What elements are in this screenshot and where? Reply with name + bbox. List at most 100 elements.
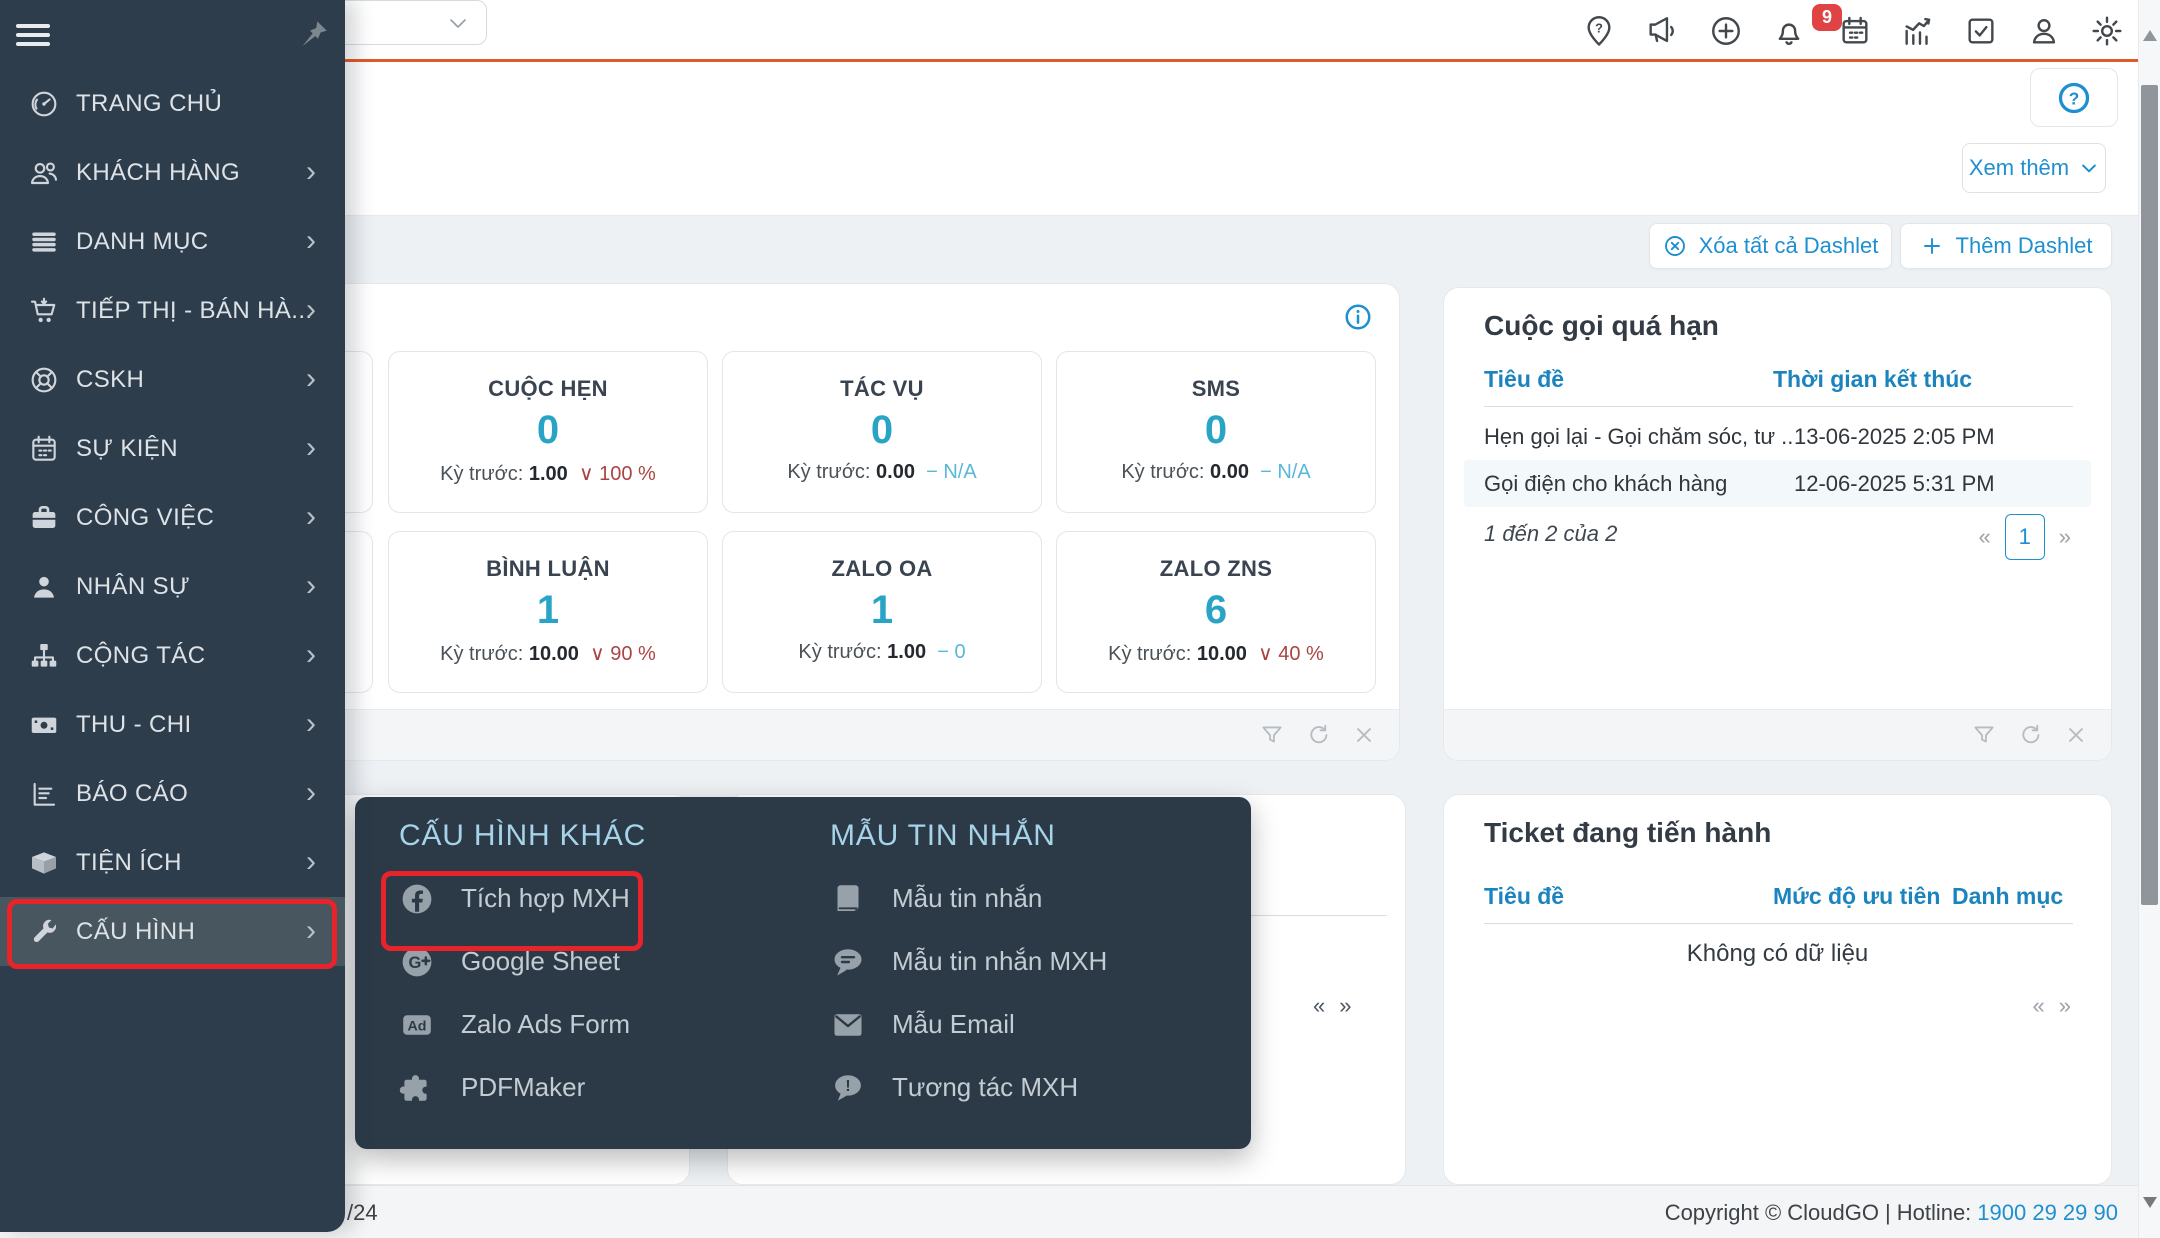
sidebar-item-thu-chi[interactable]: THU - CHI› (0, 690, 345, 759)
location-pin-icon[interactable]: ? (1582, 14, 1618, 50)
sidebar-item-khach-hang[interactable]: KHÁCH HÀNG› (0, 138, 345, 207)
close-icon[interactable] (2063, 722, 2089, 748)
column-header-tieu-de[interactable]: Tiêu đề (1484, 883, 1564, 910)
cloudgo-crm-app: ch hàng Telesales ? Xem thêm Xóa tất cả … (0, 0, 2160, 1238)
kpi-title: TÁC VỤ (840, 376, 924, 402)
user-icon[interactable] (2027, 14, 2063, 50)
column-header-thoi-gian[interactable]: Thời gian kết thúc (1773, 366, 1972, 393)
flyout-item-tuong-tac-mxh[interactable]: !Tương tác MXH (830, 1056, 1107, 1119)
flyout-item-mau-tin-nhan[interactable]: Mẫu tin nhắn (830, 867, 1107, 930)
xem-them-label: Xem thêm (1969, 155, 2069, 181)
sidebar-item-label: KHÁCH HÀNG (76, 159, 240, 187)
filter-icon[interactable] (1259, 722, 1285, 748)
close-icon[interactable] (1351, 722, 1377, 748)
row-end-time: 12-06-2025 5:31 PM (1794, 471, 1995, 497)
report-icon (28, 778, 60, 810)
sidebar-item-cong-viec[interactable]: CÔNG VIỆC› (0, 483, 345, 552)
pager-last-button[interactable]: » (1339, 993, 1351, 1019)
dashlet-footer (1444, 709, 2111, 760)
kpi-value: 6 (1205, 588, 1227, 633)
sidebar-item-trang-chu[interactable]: TRANG CHỦ (0, 69, 345, 138)
xoa-dashlet-button[interactable]: Xóa tất cả Dashlet (1649, 223, 1892, 269)
sidebar-item-label: BÁO CÁO (76, 780, 188, 808)
puzzle-icon (399, 1070, 435, 1106)
refresh-icon[interactable] (1305, 722, 1331, 748)
sidebar-item-bao-cao[interactable]: BÁO CÁO› (0, 759, 345, 828)
lifebuoy-icon (28, 364, 60, 396)
sidebar-item-cau-hinh[interactable]: CẤU HÌNH› (0, 897, 345, 966)
topbar-icons: ?9 (1560, 0, 2138, 62)
pager-first-button[interactable]: « (1313, 993, 1325, 1019)
filter-icon[interactable] (1971, 722, 1997, 748)
pager-first-button[interactable]: « (1979, 524, 1991, 550)
stats-icon[interactable] (1901, 14, 1937, 50)
sidebar-item-cskh[interactable]: CSKH› (0, 345, 345, 414)
pager-first-button[interactable]: « (2033, 993, 2045, 1019)
calendar-icon (28, 433, 60, 465)
flyout-item-mau-tin-nhan-mxh[interactable]: Mẫu tin nhắn MXH (830, 930, 1107, 993)
svg-text:!: ! (845, 1078, 850, 1095)
flyout-item-zalo-ads-form[interactable]: AdZalo Ads Form (399, 993, 646, 1056)
column-header-danh-muc[interactable]: Danh mục (1952, 883, 2063, 910)
flyout-item-google-sheet[interactable]: GGoogle Sheet (399, 930, 646, 993)
bell-icon[interactable] (1772, 14, 1808, 50)
sidebar-item-su-kien[interactable]: SỰ KIỆN› (0, 414, 345, 483)
tickets-panel: Ticket đang tiến hành Tiêu đề Mức độ ưu … (1443, 794, 2112, 1185)
gear-icon[interactable] (2090, 14, 2126, 50)
kpi-card-zalo-oa: ZALO OA1Kỳ trước: 1.00 − 0 (722, 531, 1042, 693)
pager-last-button[interactable]: » (2059, 524, 2071, 550)
flyout-item-mau-email[interactable]: Mẫu Email (830, 993, 1107, 1056)
circle-x-icon (1663, 234, 1687, 258)
flyout-section-mau-tin-nhan: MẪU TIN NHẮNMẫu tin nhắnMẫu tin nhắn MXH… (830, 819, 1107, 1119)
chevron-right-icon: › (306, 708, 316, 738)
column-header-tieu-de[interactable]: Tiêu đề (1484, 366, 1564, 393)
kpi-delta: ∨ 100 % (579, 463, 656, 485)
sidebar-item-tiep-thi-ban-ha[interactable]: TIẾP THỊ - BÁN HÀ...› (0, 276, 345, 345)
money-icon (28, 709, 60, 741)
kpi-value: 1 (537, 588, 559, 633)
info-button[interactable] (1343, 302, 1373, 332)
sidebar-item-cong-tac[interactable]: CỘNG TÁC› (0, 621, 345, 690)
flyout-section-title: CẤU HÌNH KHÁC (399, 819, 646, 853)
table-divider (1484, 406, 2073, 407)
plus-circle-icon[interactable] (1709, 14, 1745, 50)
xoa-dashlet-label: Xóa tất cả Dashlet (1699, 233, 1879, 259)
sidebar-item-label: TIẾP THỊ - BÁN HÀ... (76, 297, 313, 325)
scroll-down-arrow-icon[interactable] (2143, 1197, 2157, 1208)
scroll-up-arrow-icon[interactable] (2143, 30, 2157, 41)
sidebar-item-nhan-su[interactable]: NHÂN SỰ› (0, 552, 345, 621)
column-header-muc-do[interactable]: Mức độ ưu tiên (1773, 883, 1940, 910)
hamburger-menu-icon[interactable] (16, 24, 50, 48)
table-row[interactable]: Hẹn gọi lại - Gọi chăm sóc, tư ...13-06-… (1464, 413, 2091, 460)
svg-text:?: ? (1595, 20, 1603, 35)
them-dashlet-button[interactable]: Thêm Dashlet (1900, 223, 2112, 269)
vertical-scrollbar[interactable] (2138, 0, 2160, 1238)
chevron-down-icon[interactable] (446, 11, 470, 35)
sidebar-item-label: TRANG CHỦ (76, 90, 222, 118)
svg-text:G: G (408, 954, 421, 972)
megaphone-icon[interactable] (1645, 14, 1681, 50)
flyout-item-label: Tích hợp MXH (461, 883, 630, 914)
chevron-right-icon: › (306, 432, 316, 462)
kpi-title: BÌNH LUẬN (486, 556, 610, 582)
pager-last-button[interactable]: » (2059, 993, 2071, 1019)
sidebar-item-label: TIỆN ÍCH (76, 849, 182, 877)
pager-current-page[interactable]: 1 (2005, 514, 2045, 560)
xem-them-button[interactable]: Xem thêm (1962, 143, 2106, 193)
sidebar-item-danh-muc[interactable]: DANH MỤC› (0, 207, 345, 276)
sidebar-item-tien-ich[interactable]: TIỆN ÍCH› (0, 828, 345, 897)
kpi-value: 1 (871, 588, 893, 633)
pagination-summary: 1 đến 2 của 2 (1484, 521, 1617, 547)
flyout-item-tich-hop-mxh[interactable]: Tích hợp MXH (399, 867, 646, 930)
pin-icon[interactable] (298, 18, 330, 50)
checkbox-icon[interactable] (1964, 14, 2000, 50)
calendar-icon[interactable] (1838, 14, 1874, 50)
table-row[interactable]: Gọi điện cho khách hàng12-06-2025 5:31 P… (1464, 460, 2091, 507)
book-icon (830, 881, 866, 917)
kpi-delta: − N/A (926, 461, 977, 483)
scrollbar-thumb[interactable] (2141, 85, 2158, 905)
help-button[interactable]: ? (2030, 68, 2118, 127)
refresh-icon[interactable] (2017, 722, 2043, 748)
hotline-link[interactable]: 1900 29 29 90 (1977, 1200, 2118, 1226)
flyout-item-pdfmaker[interactable]: PDFMaker (399, 1056, 646, 1119)
